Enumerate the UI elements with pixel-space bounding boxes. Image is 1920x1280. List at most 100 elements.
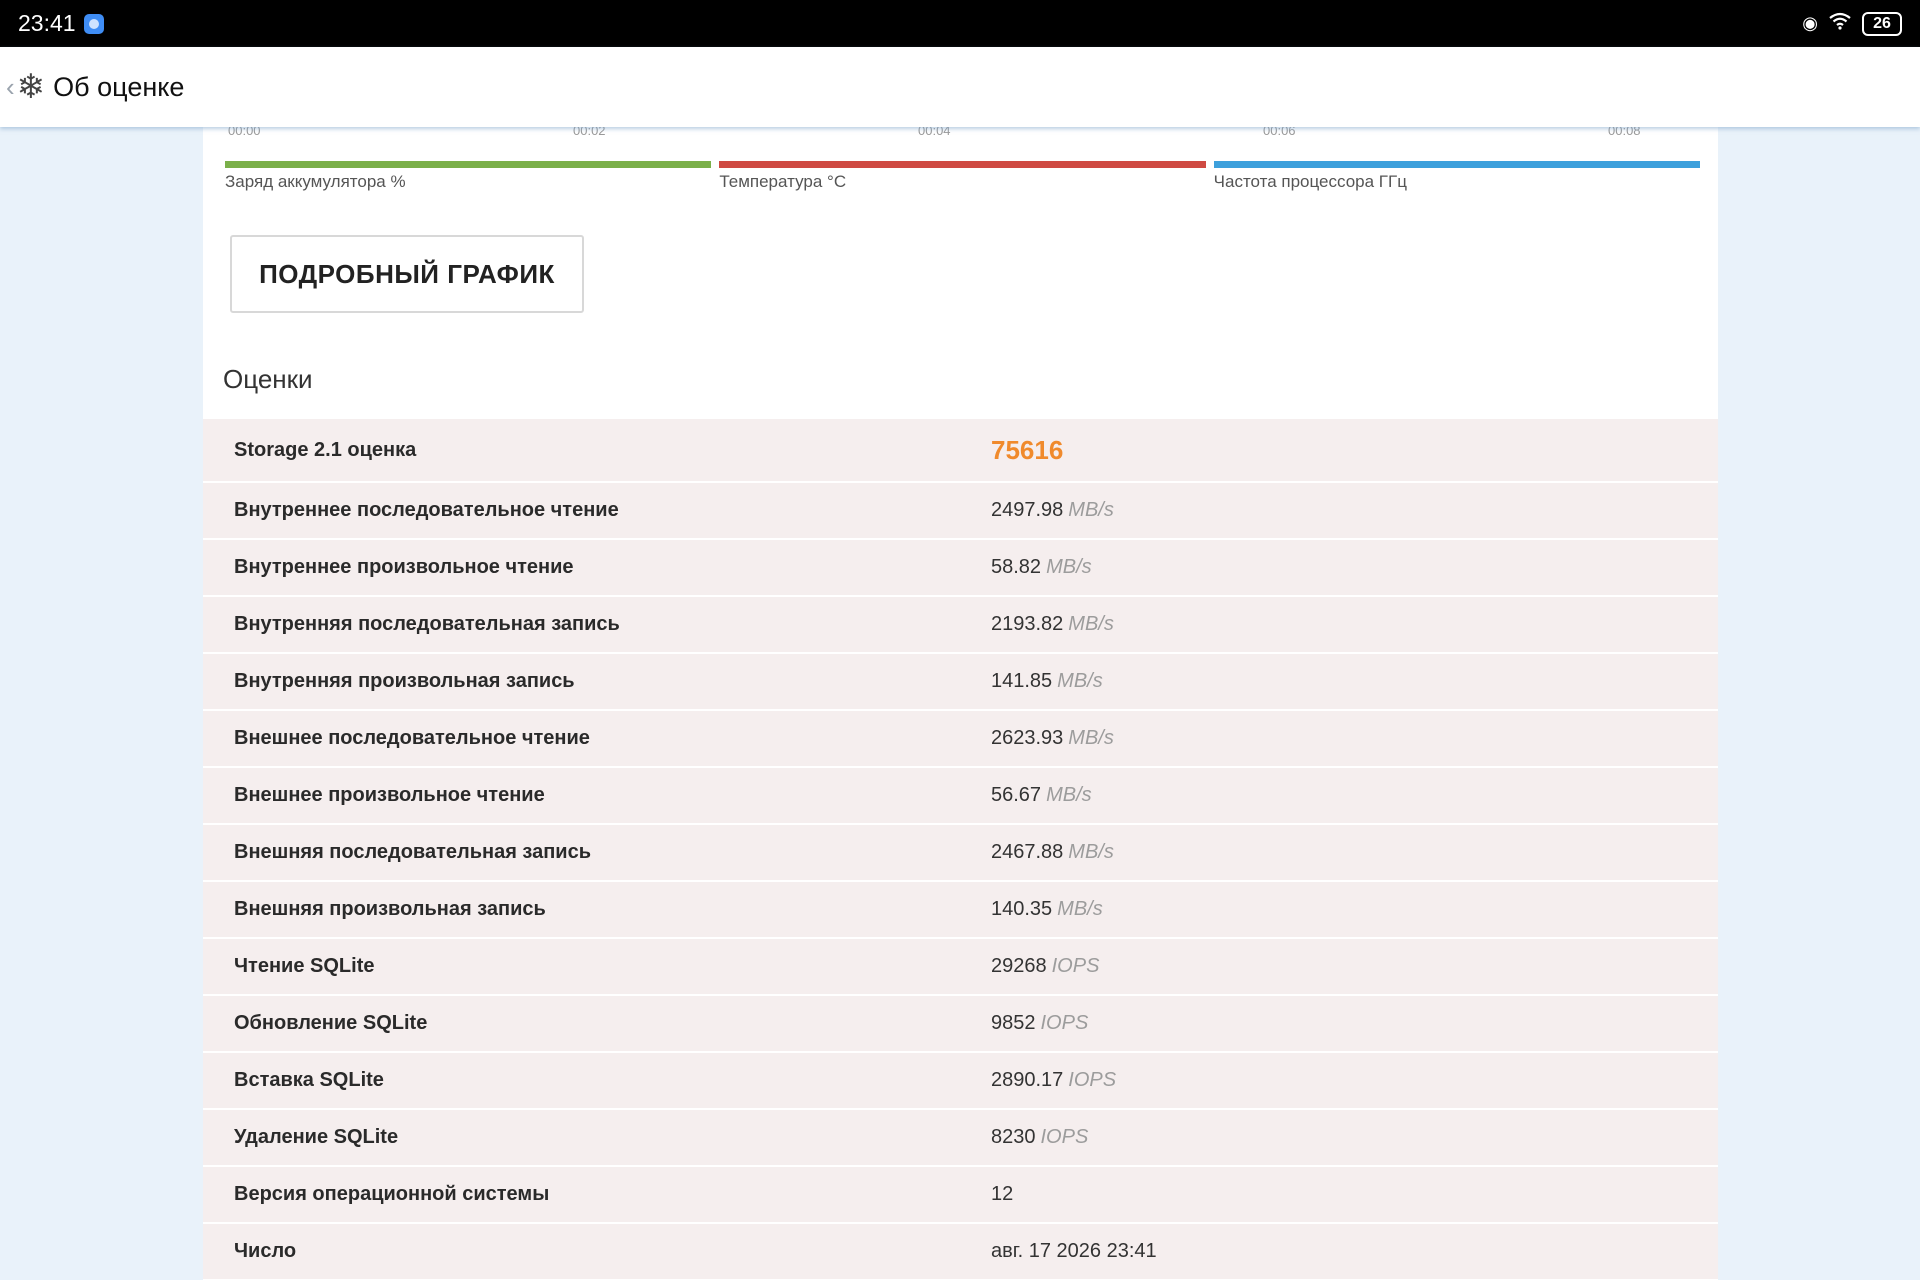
score-value: 141.85 MB/s	[991, 670, 1103, 693]
score-label: Внешняя произвольная запись	[234, 898, 546, 920]
score-value: 8230 IOPS	[991, 1126, 1088, 1149]
detailed-chart-button[interactable]: ПОДРОБНЫЙ ГРАФИК	[230, 235, 584, 313]
score-row: Внешнее последовательное чтение 2623.93 M…	[203, 711, 1718, 768]
page-title: Об оценке	[53, 71, 185, 102]
score-value: 9852 IOPS	[991, 1012, 1088, 1035]
score-label: Число	[234, 1240, 297, 1262]
score-row: Внутренняя последовательная запись 2193.…	[203, 597, 1718, 654]
status-time: 23:41	[18, 10, 76, 36]
score-label: Внутренняя последовательная запись	[234, 613, 620, 635]
chart-legend: Заряд аккумулятора % Температура °C Част…	[225, 161, 1700, 201]
legend-swatch	[1213, 161, 1700, 168]
score-number: 2497.98	[991, 499, 1064, 521]
legend-label: Частота процессора ГГц	[1213, 172, 1407, 191]
notification-app-icon	[83, 13, 104, 34]
score-value: 2467.88 MB/s	[991, 841, 1114, 864]
content-panel: 00:00 00:02 00:04 00:06 00:08 Заряд акку…	[203, 127, 1718, 1280]
time-axis-tick: 00:08	[1608, 127, 1641, 138]
score-label: Версия операционной системы	[234, 1183, 550, 1205]
score-unit: IOPS	[1040, 1012, 1089, 1034]
score-row-date: Число авг. 17 2026 23:41	[203, 1224, 1718, 1280]
score-unit: MB/s	[1046, 784, 1092, 806]
score-row: Удаление SQLite 8230 IOPS	[203, 1110, 1718, 1167]
score-label: Внешнее произвольное чтение	[234, 784, 545, 806]
time-axis-tick: 00:04	[918, 127, 951, 138]
score-value: авг. 17 2026 23:41	[991, 1240, 1157, 1262]
score-unit: MB/s	[1068, 841, 1114, 863]
time-axis-tick: 00:06	[1263, 127, 1296, 138]
score-number: 2623.93	[991, 727, 1064, 749]
score-unit: MB/s	[1057, 898, 1103, 920]
status-bar: 23:41 ◉ 26	[0, 0, 1920, 47]
legend-label: Заряд аккумулятора %	[225, 172, 406, 191]
score-label: Вставка SQLite	[234, 1069, 384, 1091]
score-row: Внешняя последовательная запись 2467.88 M…	[203, 825, 1718, 882]
score-row: Внешняя произвольная запись 140.35 MB/s	[203, 882, 1718, 939]
score-value: 12	[991, 1183, 1014, 1205]
score-value: 2497.98 MB/s	[991, 499, 1114, 522]
score-row: Внешнее произвольное чтение 56.67 MB/s	[203, 768, 1718, 825]
status-left: 23:41	[18, 10, 104, 37]
score-number: 9852	[991, 1012, 1036, 1034]
legend-item-cpu-frequency: Частота процессора ГГц	[1213, 161, 1700, 201]
score-number: 58.82	[991, 556, 1042, 578]
score-row: Внутреннее последовательное чтение 2497.…	[203, 483, 1718, 540]
score-unit: MB/s	[1068, 727, 1114, 749]
score-number: 8230	[991, 1126, 1036, 1148]
score-row: Чтение SQLite 29268 IOPS	[203, 939, 1718, 996]
snowflake-icon: ❄	[16, 68, 46, 106]
score-value: 29268 IOPS	[991, 955, 1099, 978]
score-row-os-version: Версия операционной системы 12	[203, 1167, 1718, 1224]
score-number: 140.35	[991, 898, 1053, 920]
time-axis-tick: 00:00	[228, 127, 261, 138]
score-label: Удаление SQLite	[234, 1126, 399, 1148]
score-value: 2623.93 MB/s	[991, 727, 1114, 750]
nfc-icon: ◉	[1802, 13, 1818, 33]
time-axis-tick: 00:02	[573, 127, 606, 138]
score-row: Обновление SQLite 9852 IOPS	[203, 996, 1718, 1053]
score-row: Внутренняя произвольная запись 141.85 MB/…	[203, 654, 1718, 711]
legend-item-battery: Заряд аккумулятора %	[225, 161, 712, 201]
score-label: Внутреннее произвольное чтение	[234, 556, 574, 578]
legend-swatch	[225, 161, 712, 168]
status-right: ◉ 26	[1802, 11, 1902, 36]
score-row: Вставка SQLite 2890.17 IOPS	[203, 1053, 1718, 1110]
score-unit: MB/s	[1046, 556, 1092, 578]
score-number: 2467.88	[991, 841, 1064, 863]
legend-swatch	[719, 161, 1206, 168]
chart-time-axis: 00:00 00:02 00:04 00:06 00:08	[203, 127, 1718, 139]
score-value: 56.67 MB/s	[991, 784, 1092, 807]
score-value: 58.82 MB/s	[991, 556, 1092, 579]
score-number: 56.67	[991, 784, 1042, 806]
score-unit: IOPS	[1068, 1069, 1117, 1091]
score-label: Обновление SQLite	[234, 1012, 428, 1034]
score-unit: MB/s	[1068, 499, 1114, 521]
wifi-icon	[1828, 12, 1852, 35]
score-label: Внутренняя произвольная запись	[234, 670, 575, 692]
score-value: 2890.17 IOPS	[991, 1069, 1116, 1092]
score-value: 2193.82 MB/s	[991, 613, 1114, 636]
score-number: 2890.17	[991, 1069, 1064, 1091]
score-label: Внешняя последовательная запись	[234, 841, 592, 863]
score-row: Внутреннее произвольное чтение 58.82 MB/s	[203, 540, 1718, 597]
app-header: ‹ ❄ Об оценке	[0, 47, 1920, 127]
score-label: Чтение SQLite	[234, 955, 375, 977]
total-score-value: 75616	[991, 434, 1064, 465]
score-unit: IOPS	[1051, 955, 1100, 977]
score-row-total: Storage 2.1 оценка 75616	[203, 419, 1718, 483]
score-label: Storage 2.1 оценка	[234, 438, 417, 461]
score-value: 140.35 MB/s	[991, 898, 1103, 921]
battery-indicator: 26	[1862, 11, 1902, 36]
score-number: 141.85	[991, 670, 1053, 692]
back-arrow-icon[interactable]: ‹	[6, 72, 15, 103]
score-number: 29268	[991, 955, 1047, 977]
score-number: 2193.82	[991, 613, 1064, 635]
score-unit: MB/s	[1068, 613, 1114, 635]
legend-label: Температура °C	[719, 172, 847, 191]
score-label: Внешнее последовательное чтение	[234, 727, 590, 749]
legend-item-temperature: Температура °C	[719, 161, 1206, 201]
score-unit: IOPS	[1040, 1126, 1089, 1148]
score-label: Внутреннее последовательное чтение	[234, 499, 619, 521]
scores-section-title: Оценки	[223, 364, 313, 394]
score-unit: MB/s	[1057, 670, 1103, 692]
